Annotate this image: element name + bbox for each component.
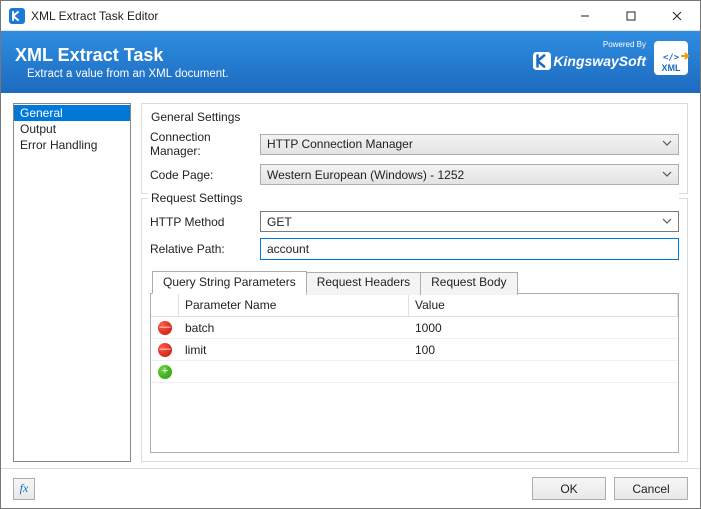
request-tabstrip: Query String Parameters Request Headers … (150, 270, 679, 294)
fx-button[interactable]: fx (13, 478, 35, 500)
sidebar-item-label: General (20, 106, 63, 120)
cell-value[interactable]: 100 (409, 343, 678, 357)
banner-subtitle: Extract a value from an XML document. (15, 68, 229, 80)
grid-header-name: Parameter Name (179, 294, 409, 316)
close-button[interactable] (654, 1, 700, 31)
window-frame: XML Extract Task Editor XML Extract Task… (0, 0, 701, 509)
chevron-down-icon (662, 168, 672, 182)
button-label: OK (560, 482, 577, 496)
table-row-new[interactable]: + (151, 361, 678, 383)
chevron-down-icon (662, 215, 672, 229)
relative-path-input[interactable]: account (260, 238, 679, 260)
code-page-label: Code Page: (150, 168, 260, 182)
dropdown-value: Western European (Windows) - 1252 (267, 168, 464, 182)
request-settings-group: Request Settings HTTP Method GET Relativ… (141, 198, 688, 462)
delete-row-icon[interactable]: — (158, 343, 172, 357)
sidebar-item-label: Error Handling (20, 138, 97, 152)
cell-name[interactable]: limit (179, 343, 409, 357)
group-label: General Settings (148, 110, 243, 124)
fx-label: fx (20, 481, 29, 496)
tab-body: Parameter Name Value — batch 1000 — limi… (150, 294, 679, 453)
table-row[interactable]: — batch 1000 (151, 317, 678, 339)
brand-name: KingswaySoft (553, 53, 646, 69)
input-value: account (267, 242, 309, 256)
chevron-down-icon (662, 137, 672, 151)
cancel-button[interactable]: Cancel (614, 477, 688, 500)
tab-label: Request Body (431, 275, 506, 289)
dropdown-value: GET (267, 215, 292, 229)
sidebar-item-label: Output (20, 122, 56, 136)
sidebar-item-general[interactable]: General (14, 105, 130, 121)
banner: XML Extract Task Extract a value from an… (1, 31, 700, 93)
titlebar: XML Extract Task Editor (1, 1, 700, 31)
sidebar: General Output Error Handling (13, 103, 131, 462)
grid-header: Parameter Name Value (151, 294, 678, 317)
cell-value[interactable]: 1000 (409, 321, 678, 335)
sidebar-item-output[interactable]: Output (14, 121, 130, 137)
app-icon (9, 8, 25, 24)
main-panel: General Settings Connection Manager: HTT… (141, 103, 688, 462)
content-area: General Output Error Handling General Se… (1, 93, 700, 468)
group-label: Request Settings (148, 191, 679, 205)
sidebar-item-error-handling[interactable]: Error Handling (14, 137, 130, 153)
grid-header-icon (151, 294, 179, 316)
powered-by-label: Powered By (603, 40, 646, 49)
parameters-grid: Parameter Name Value — batch 1000 — limi… (151, 294, 678, 452)
button-label: Cancel (632, 482, 669, 496)
tab-label: Request Headers (317, 275, 410, 289)
connection-manager-dropdown[interactable]: HTTP Connection Manager (260, 134, 679, 155)
table-row[interactable]: — limit 100 (151, 339, 678, 361)
grid-header-value: Value (409, 294, 678, 316)
window-title: XML Extract Task Editor (31, 9, 562, 23)
tab-request-headers[interactable]: Request Headers (306, 272, 421, 295)
maximize-button[interactable] (608, 1, 654, 31)
dropdown-value: HTTP Connection Manager (267, 137, 413, 151)
minimize-button[interactable] (562, 1, 608, 31)
add-row-icon[interactable]: + (158, 365, 172, 379)
banner-title: XML Extract Task (15, 45, 229, 66)
footer: fx OK Cancel (1, 468, 700, 508)
arrow-right-icon (681, 51, 691, 61)
xml-badge-label: XML (662, 63, 681, 73)
cell-name[interactable]: batch (179, 321, 409, 335)
brand-k-icon (533, 52, 551, 70)
kingswaysoft-logo: Powered By KingswaySoft (533, 46, 646, 70)
ok-button[interactable]: OK (532, 477, 606, 500)
http-method-dropdown[interactable]: GET (260, 211, 679, 232)
delete-row-icon[interactable]: — (158, 321, 172, 335)
relative-path-label: Relative Path: (150, 242, 260, 256)
xml-badge-icon: </> XML (654, 41, 688, 75)
tab-query-string-parameters[interactable]: Query String Parameters (152, 271, 307, 294)
code-page-dropdown[interactable]: Western European (Windows) - 1252 (260, 164, 679, 185)
tab-label: Query String Parameters (163, 275, 296, 289)
connection-manager-label: Connection Manager: (150, 130, 260, 158)
tab-request-body[interactable]: Request Body (420, 272, 517, 295)
http-method-label: HTTP Method (150, 215, 260, 229)
general-settings-group: General Settings Connection Manager: HTT… (141, 103, 688, 194)
